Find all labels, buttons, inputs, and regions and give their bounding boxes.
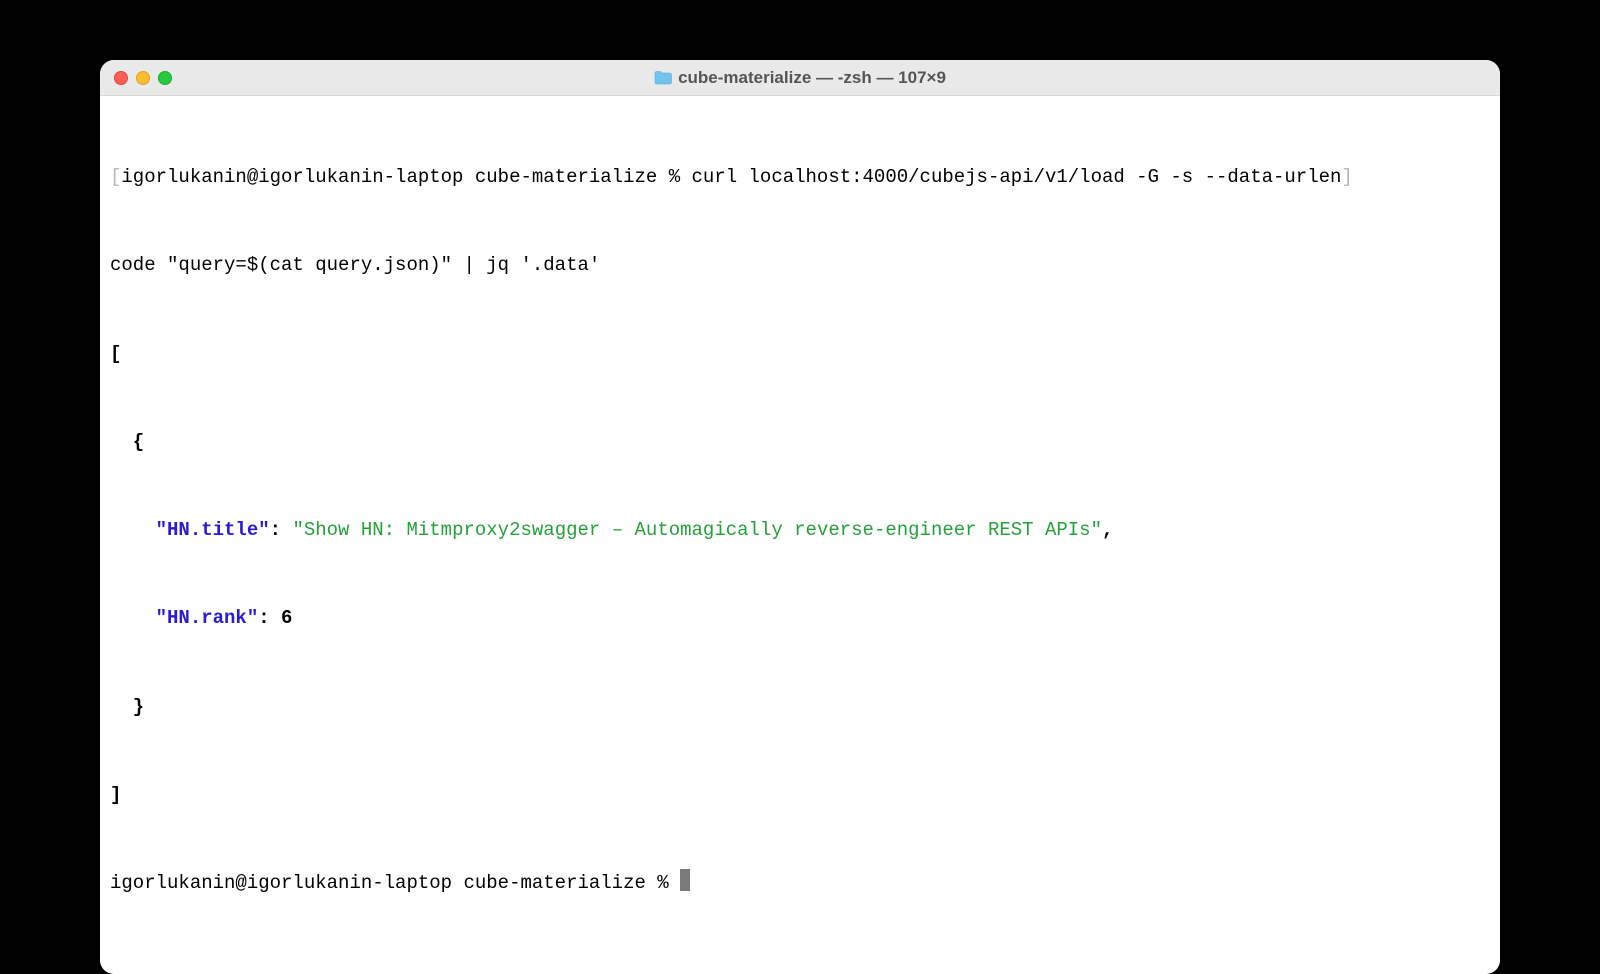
folder-icon xyxy=(654,70,672,85)
terminal-body[interactable]: [igorlukanin@igorlukanin-laptop cube-mat… xyxy=(100,96,1500,974)
terminal-line-2: code "query=$(cat query.json)" | jq '.da… xyxy=(110,251,1490,280)
zoom-icon[interactable] xyxy=(158,71,172,85)
cursor-icon xyxy=(680,869,690,891)
json-val-rank: 6 xyxy=(281,607,292,629)
prompt-2: igorlukanin@igorlukanin-laptop cube-mate… xyxy=(110,872,680,894)
titlebar[interactable]: cube-materialize — -zsh — 107×9 xyxy=(100,60,1500,96)
close-icon[interactable] xyxy=(114,71,128,85)
json-key-title: "HN.title" xyxy=(156,519,270,541)
window-title-wrap: cube-materialize — -zsh — 107×9 xyxy=(114,68,1486,88)
terminal-window: cube-materialize — -zsh — 107×9 [igorluk… xyxy=(100,60,1500,974)
cmd-part-1: curl localhost:4000/cubejs-api/v1/load -… xyxy=(692,166,1342,188)
terminal-line-last: igorlukanin@igorlukanin-laptop cube-mate… xyxy=(110,869,1490,898)
json-obj-open: { xyxy=(110,428,1490,457)
json-entry-2: "HN.rank": 6 xyxy=(110,604,1490,633)
json-key-rank: "HN.rank" xyxy=(156,607,259,629)
json-val-title: "Show HN: Mitmproxy2swagger – Automagica… xyxy=(292,519,1102,541)
json-open: [ xyxy=(110,340,1490,369)
json-entry-1: "HN.title": "Show HN: Mitmproxy2swagger … xyxy=(110,516,1490,545)
bracket-close: ] xyxy=(1341,166,1352,188)
json-obj-close: } xyxy=(110,693,1490,722)
terminal-line-1: [igorlukanin@igorlukanin-laptop cube-mat… xyxy=(110,163,1490,192)
json-close: ] xyxy=(110,781,1490,810)
bracket-open: [ xyxy=(110,166,121,188)
cmd-part-2: code "query=$(cat query.json)" | jq '.da… xyxy=(110,254,600,276)
prompt-1: igorlukanin@igorlukanin-laptop cube-mate… xyxy=(121,166,691,188)
traffic-lights xyxy=(114,71,172,85)
minimize-icon[interactable] xyxy=(136,71,150,85)
window-title: cube-materialize — -zsh — 107×9 xyxy=(678,68,946,88)
